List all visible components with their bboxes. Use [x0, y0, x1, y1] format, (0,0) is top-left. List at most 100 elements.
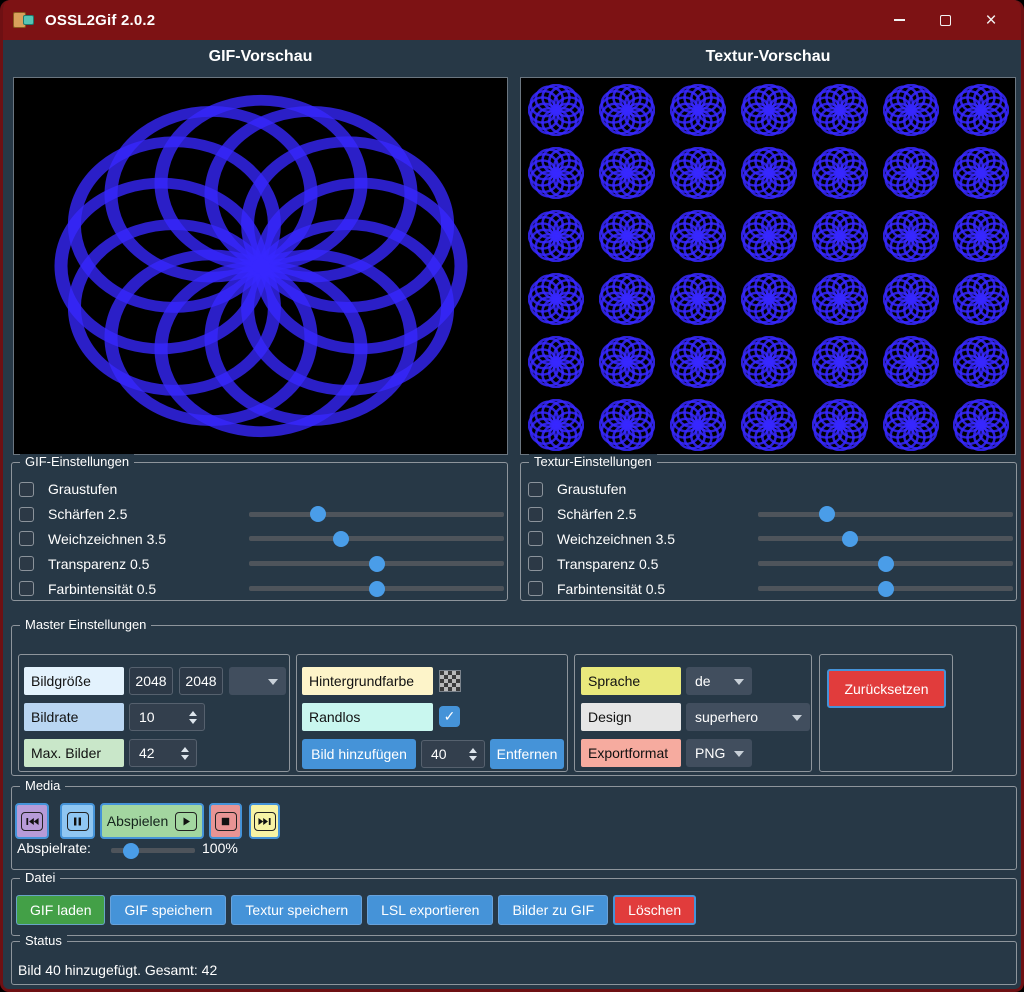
texture-tile — [875, 141, 946, 204]
bild-index-spinner[interactable]: 40 — [421, 740, 485, 768]
texture-tile — [592, 204, 663, 267]
slider-handle[interactable] — [369, 556, 385, 572]
status-group: Status Bild 40 hinzugefügt. Gesamt: 42 — [11, 941, 1017, 985]
datei-group: Datei GIF ladenGIF speichernTextur speic… — [11, 878, 1017, 936]
l-schen-button[interactable]: Löschen — [613, 895, 696, 925]
textur-speichern-button[interactable]: Textur speichern — [231, 895, 362, 925]
gif-laden-button[interactable]: GIF laden — [16, 895, 105, 925]
setting-checkbox[interactable] — [19, 556, 34, 571]
status-text: Bild 40 hinzugefügt. Gesamt: 42 — [18, 962, 217, 978]
entfernen-button[interactable]: Entfernen — [490, 739, 564, 769]
slider-handle[interactable] — [819, 506, 835, 522]
lsl-exportieren-button[interactable]: LSL exportieren — [367, 895, 493, 925]
bildgroesse-width-field[interactable]: 2048 — [129, 667, 173, 695]
skip-start-button[interactable] — [15, 803, 49, 839]
setting-checkbox[interactable] — [19, 581, 34, 596]
master-settings-group: Master Einstellungen Bildgröße 2048 2048… — [11, 625, 1017, 776]
play-button-label: Abspielen — [107, 813, 169, 829]
texture-tile — [875, 78, 946, 141]
skip-end-button[interactable] — [249, 803, 280, 839]
texture-tile — [946, 267, 1016, 330]
check-icon: ✓ — [444, 708, 456, 725]
texture-tile — [804, 267, 875, 330]
settings-row: Transparenz 0.5 — [12, 551, 507, 576]
pause-button[interactable] — [60, 803, 95, 839]
hintergrundfarbe-label: Hintergrundfarbe — [302, 667, 433, 695]
slider-handle[interactable] — [878, 581, 894, 597]
minimize-icon — [894, 19, 905, 21]
slider-handle[interactable] — [333, 531, 349, 547]
spinner-arrows-icon[interactable] — [181, 740, 189, 766]
gif-settings-group: GIF-Einstellungen GraustufenSchärfen 2.5… — [11, 462, 508, 601]
setting-slider[interactable] — [758, 512, 1013, 517]
texture-tile — [663, 78, 734, 141]
gif-settings-rows: GraustufenSchärfen 2.5Weichzeichnen 3.5T… — [12, 477, 507, 601]
texture-tile — [663, 267, 734, 330]
setting-checkbox[interactable] — [528, 581, 543, 596]
setting-checkbox[interactable] — [528, 531, 543, 546]
setting-slider[interactable] — [758, 586, 1013, 591]
texture-tile — [521, 78, 592, 141]
slider-handle[interactable] — [842, 531, 858, 547]
chevron-down-icon — [792, 715, 802, 721]
texture-tile — [946, 393, 1016, 455]
bildgroesse-height-field[interactable]: 2048 — [179, 667, 223, 695]
settings-row: Graustufen — [521, 477, 1016, 502]
play-button[interactable]: Abspielen — [100, 803, 204, 839]
bildrate-spinner[interactable]: 10 — [129, 703, 205, 731]
master-size-subgroup: Bildgröße 2048 2048 Bildrate 10 Max. Bil… — [18, 654, 290, 772]
gif-speichern-button[interactable]: GIF speichern — [110, 895, 226, 925]
texture-tile — [875, 204, 946, 267]
setting-checkbox[interactable] — [19, 531, 34, 546]
max-bilder-value: 42 — [139, 745, 155, 761]
background-color-swatch[interactable] — [439, 670, 461, 692]
setting-slider[interactable] — [249, 512, 504, 517]
bild-hinzufuegen-button[interactable]: Bild hinzufügen — [302, 739, 416, 769]
minimize-button[interactable] — [876, 0, 922, 40]
slider-handle[interactable] — [310, 506, 326, 522]
setting-slider[interactable] — [249, 586, 504, 591]
max-bilder-spinner[interactable]: 42 — [129, 739, 197, 767]
maximize-icon — [940, 15, 951, 26]
bilder-zu-gif-button[interactable]: Bilder zu GIF — [498, 895, 608, 925]
abspielrate-slider[interactable] — [111, 848, 195, 853]
gif-settings-legend: GIF-Einstellungen — [20, 454, 134, 469]
texture-tile — [804, 141, 875, 204]
slider-handle[interactable] — [369, 581, 385, 597]
settings-row: Weichzeichnen 3.5 — [12, 527, 507, 552]
settings-row: Transparenz 0.5 — [521, 551, 1016, 576]
setting-slider[interactable] — [758, 561, 1013, 566]
setting-slider[interactable] — [758, 536, 1013, 541]
setting-slider[interactable] — [249, 561, 504, 566]
texture-tile — [875, 267, 946, 330]
close-button[interactable]: × — [968, 0, 1014, 40]
design-dropdown[interactable]: superhero — [686, 703, 810, 731]
setting-checkbox[interactable] — [19, 507, 34, 522]
settings-row: Weichzeichnen 3.5 — [521, 527, 1016, 552]
slider-handle[interactable] — [878, 556, 894, 572]
setting-checkbox[interactable] — [528, 507, 543, 522]
zuruecksetzen-button[interactable]: Zurücksetzen — [827, 669, 946, 708]
stop-button[interactable] — [209, 803, 242, 839]
texture-settings-legend: Textur-Einstellungen — [529, 454, 657, 469]
sprache-dropdown[interactable]: de — [686, 667, 752, 695]
maximize-button[interactable] — [922, 0, 968, 40]
abspielrate-slider-handle[interactable] — [123, 843, 139, 859]
setting-label: Weichzeichnen 3.5 — [557, 531, 675, 547]
setting-checkbox[interactable] — [19, 482, 34, 497]
bildgroesse-preset-dropdown[interactable] — [229, 667, 286, 695]
window-title: OSSL2Gif 2.0.2 — [45, 12, 155, 29]
chevron-down-icon — [734, 751, 744, 757]
setting-checkbox[interactable] — [528, 482, 543, 497]
design-value: superhero — [695, 709, 758, 725]
texture-tile — [734, 330, 805, 393]
randlos-checkbox[interactable]: ✓ — [439, 706, 460, 727]
setting-slider[interactable] — [249, 536, 504, 541]
chevron-down-icon — [734, 679, 744, 685]
texture-tile — [521, 330, 592, 393]
spinner-arrows-icon[interactable] — [469, 741, 477, 767]
setting-label: Schärfen 2.5 — [557, 506, 636, 522]
setting-checkbox[interactable] — [528, 556, 543, 571]
exportformat-dropdown[interactable]: PNG — [686, 739, 752, 767]
spinner-arrows-icon[interactable] — [189, 704, 197, 730]
